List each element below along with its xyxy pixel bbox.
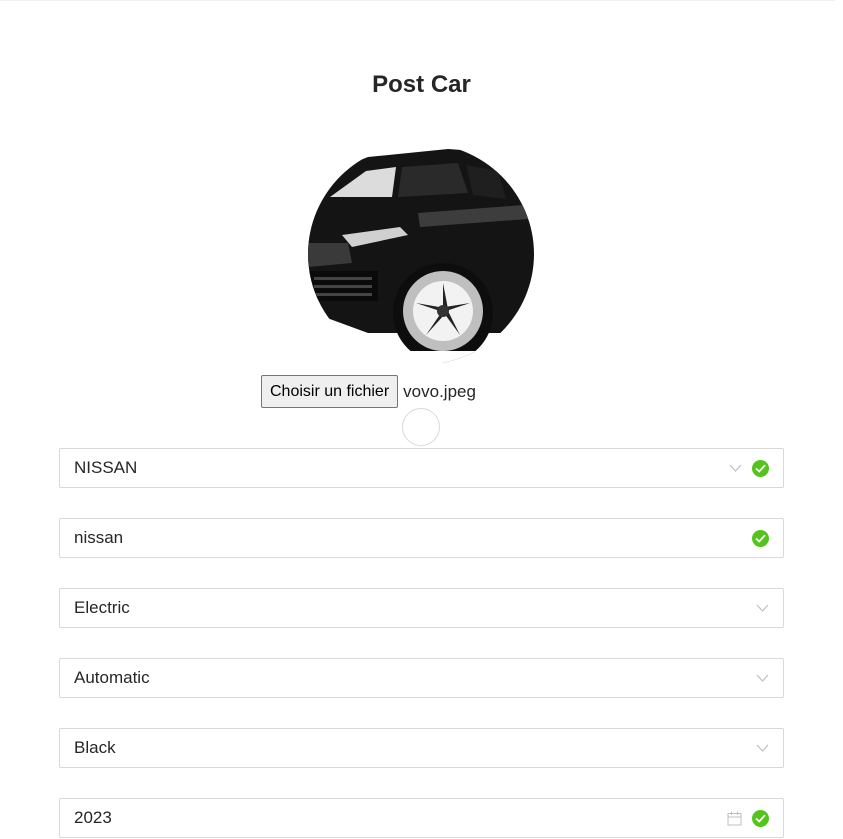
year-value: 2023 [74,808,112,827]
fuel-type-select[interactable]: Electric [59,588,784,628]
fuel-type-value: Electric [74,598,130,617]
selected-file-name: vovo.jpeg [403,381,476,401]
chevron-down-icon [756,744,769,752]
brand-select[interactable]: NISSAN [59,448,784,488]
transmission-value: Automatic [74,668,150,687]
year-picker[interactable]: 2023 [59,798,784,838]
top-divider [0,0,835,1]
choose-file-button[interactable]: Choisir un fichier [261,375,399,408]
model-input-value: nissan [74,528,124,547]
transmission-select[interactable]: Automatic [59,658,784,698]
calendar-icon [727,811,742,825]
post-car-page: Post Car Choisir un fichier vovo.jpeg NI… [0,0,843,839]
chevron-down-icon [756,604,769,612]
model-input[interactable]: nissan [59,518,784,558]
chevron-down-icon [756,674,769,682]
check-circle-icon [752,459,769,477]
check-circle-icon [752,529,769,547]
check-circle-icon [752,809,769,827]
car-image-preview [308,143,534,365]
page-title: Post Car [372,71,471,98]
car-photo-icon [308,143,534,365]
chevron-down-icon [729,464,742,472]
upload-spinner [402,408,440,446]
color-value: Black [74,738,116,757]
brand-select-value: NISSAN [74,458,138,477]
file-upload-row: Choisir un fichier vovo.jpeg [261,375,476,408]
color-select[interactable]: Black [59,728,784,768]
